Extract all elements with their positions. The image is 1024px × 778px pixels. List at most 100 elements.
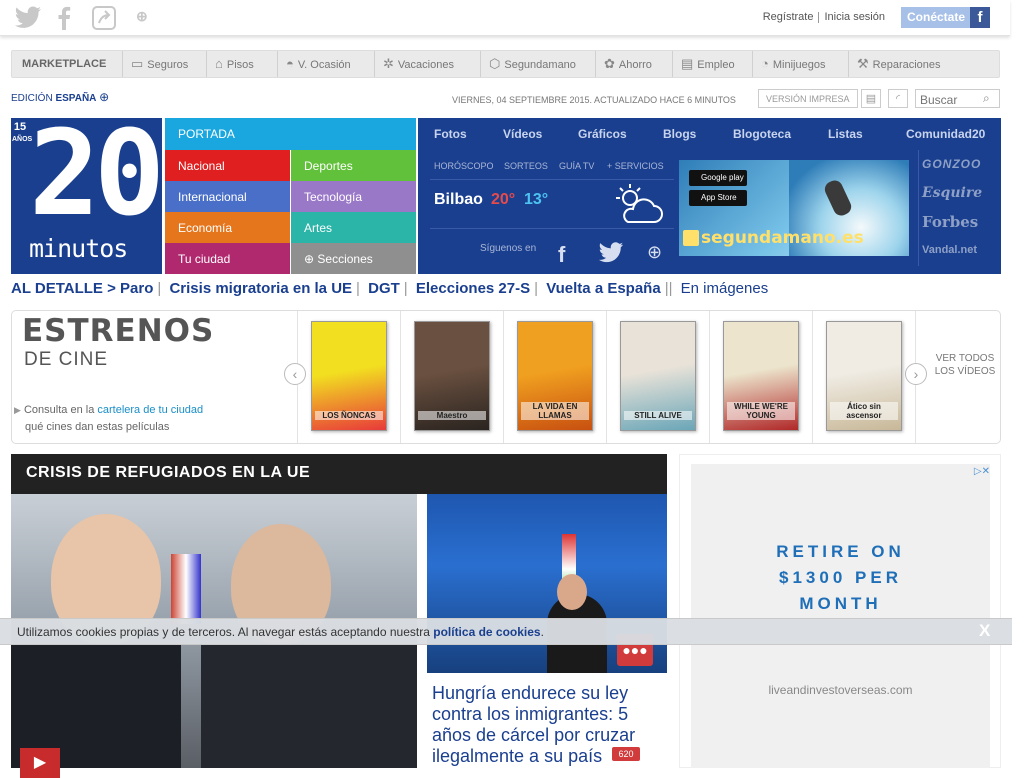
movie-title: LA VIDA EN LLAMAS: [521, 402, 589, 420]
nav-fotos[interactable]: Fotos: [434, 127, 467, 141]
rss-icon[interactable]: ◜: [888, 89, 908, 108]
document-icon[interactable]: ▤: [861, 89, 881, 108]
cartelera-link[interactable]: cartelera de tu ciudad: [97, 404, 203, 416]
right-ad-url[interactable]: liveandinvestoverseas.com: [691, 683, 990, 697]
nav-graficos[interactable]: Gráficos: [578, 127, 627, 141]
section-portada[interactable]: PORTADA: [165, 118, 416, 150]
nav-comunidad20[interactable]: Comunidad20: [906, 127, 985, 141]
adchoices-icon[interactable]: ▷✕: [958, 466, 990, 480]
topic-link[interactable]: Elecciones 27-S: [416, 280, 530, 297]
brand-vandal[interactable]: Vandal.net: [922, 244, 977, 256]
box-icon: [683, 230, 699, 246]
segundamano-ad[interactable]: Google play App Store segundamano.es: [679, 160, 909, 256]
movie-title: Maestro: [418, 411, 486, 420]
section-secciones[interactable]: ⊕ Secciones: [291, 243, 416, 274]
facebook-icon[interactable]: [56, 6, 72, 36]
connect-button[interactable]: Conéctate f: [901, 7, 990, 28]
marketplace-item-seguros[interactable]: ▭ Seguros: [122, 51, 188, 77]
facebook-icon[interactable]: f: [558, 242, 565, 268]
brand-esquire[interactable]: Esquire: [922, 185, 982, 201]
section-deportes[interactable]: Deportes: [291, 150, 416, 181]
crisis-heading[interactable]: CRISIS DE REFUGIADOS EN LA UE: [11, 454, 667, 494]
section-tecnologia[interactable]: Tecnología: [291, 181, 416, 212]
separator: |: [356, 280, 360, 297]
marketplace-label: Pisos: [226, 59, 254, 71]
topic-link[interactable]: Vuelta a España: [546, 280, 661, 297]
section-nacional[interactable]: Nacional: [165, 150, 290, 181]
share-icon[interactable]: [92, 6, 116, 36]
section-tu-ciudad[interactable]: Tu ciudad: [165, 243, 290, 274]
side-news-photo[interactable]: ●●●: [427, 494, 667, 673]
section-artes[interactable]: Artes: [291, 212, 416, 243]
search-icon[interactable]: ⌕: [983, 91, 990, 106]
topic-link[interactable]: Crisis migratoria en la UE: [169, 280, 352, 297]
sign-in-link[interactable]: Inicia sesión: [819, 11, 890, 23]
note-prefix: Consulta en la: [23, 404, 95, 416]
separator: |: [157, 280, 162, 297]
marketplace-label: V. Ocasión: [297, 59, 351, 71]
weather-city[interactable]: Bilbao: [434, 191, 483, 209]
movie-poster[interactable]: LOS ÑONCAS: [311, 321, 387, 431]
nav-videos[interactable]: Vídeos: [503, 127, 542, 141]
prev-arrow-icon[interactable]: ‹: [284, 363, 306, 385]
marketplace-item-pisos[interactable]: ⌂ Pisos: [206, 51, 254, 77]
site-logo[interactable]: 15 AÑOS 20 minutos: [11, 118, 162, 274]
nav-horoscopo[interactable]: HORÓSCOPO: [434, 161, 494, 171]
nav-sorteos[interactable]: SORTEOS: [504, 161, 548, 171]
section-internacional[interactable]: Internacional: [165, 181, 290, 212]
cookie-policy-link[interactable]: política de cookies: [433, 625, 540, 639]
movie-poster[interactable]: Ático sin ascensor: [826, 321, 902, 431]
marketplace-label: Empleo: [697, 59, 735, 71]
play-icon[interactable]: ▶: [20, 748, 60, 778]
brand-gonzoo[interactable]: GONZOO: [922, 157, 981, 171]
marketplace-label: Ahorro: [618, 59, 652, 71]
cookie-text: Utilizamos cookies propias y de terceros…: [17, 625, 430, 639]
nav-guia-tv[interactable]: GUÍA TV: [559, 161, 594, 171]
cookie-banner: Utilizamos cookies propias y de terceros…: [0, 618, 1012, 645]
edition-region: ESPAÑA: [55, 93, 97, 104]
topic-link-images[interactable]: En imágenes: [681, 280, 769, 297]
marketplace-label: Segundamano: [504, 59, 576, 71]
print-edition-button[interactable]: VERSIÓN IMPRESA: [758, 89, 858, 108]
nav-servicios[interactable]: + SERVICIOS: [607, 161, 664, 171]
movie-poster[interactable]: LA VIDA EN LLAMAS: [517, 321, 593, 431]
edition-selector[interactable]: EDICIÓN ESPAÑA ⊕: [11, 90, 109, 104]
movie-poster[interactable]: STILL ALIVE: [620, 321, 696, 431]
plus-circle-icon[interactable]: ⊕: [647, 242, 662, 263]
marketplace-item-minijuegos[interactable]: ◔ Minijuegos: [752, 51, 825, 77]
logo-word: minutos: [29, 234, 128, 263]
movie-title: STILL ALIVE: [624, 411, 692, 420]
register-link[interactable]: Regístrate: [758, 11, 819, 23]
movie-poster[interactable]: Maestro: [414, 321, 490, 431]
marketplace-item-reparaciones[interactable]: ⚒ Reparaciones: [848, 51, 941, 77]
connect-label: Conéctate: [907, 10, 966, 24]
marketplace-item-ocasion[interactable]: ◓ V. Ocasión: [277, 51, 351, 77]
comment-count-badge[interactable]: 620: [612, 747, 640, 761]
brand-forbes[interactable]: Forbes: [922, 213, 978, 231]
box-icon: ⬡: [489, 56, 501, 71]
section-economia[interactable]: Economía: [165, 212, 290, 243]
cookie-close-button[interactable]: X: [979, 621, 990, 641]
nav-listas[interactable]: Listas: [828, 127, 863, 141]
marketplace-item-vacaciones[interactable]: ✲ Vacaciones: [374, 51, 454, 77]
right-ad-text[interactable]: RETIRE ON $1300 PER MONTH: [691, 539, 990, 617]
section-label: Secciones: [317, 252, 373, 266]
topic-link[interactable]: DGT: [368, 280, 400, 297]
topic-link[interactable]: AL DETALLE > Paro: [11, 280, 153, 297]
marketplace-item-segundamano[interactable]: ⬡ Segundamano: [480, 51, 576, 77]
next-arrow-icon[interactable]: ›: [905, 363, 927, 385]
marketplace-item-ahorro[interactable]: ✿ Ahorro: [595, 51, 652, 77]
nav-blogs[interactable]: Blogs: [663, 127, 696, 141]
cinema-note: ▶ Consulta en la cartelera de tu ciudad …: [14, 402, 203, 436]
see-all-videos-link[interactable]: VER TODOS LOS VÍDEOS: [930, 352, 1000, 378]
plus-icon[interactable]: ⊕: [136, 8, 148, 25]
divider: [430, 179, 674, 180]
weather-low: 13°: [524, 191, 549, 208]
movie-poster[interactable]: WHILE WE'RE YOUNG: [723, 321, 799, 431]
nav-blogoteca[interactable]: Blogoteca: [733, 127, 791, 141]
twitter-icon[interactable]: [598, 241, 624, 268]
twitter-icon[interactable]: [14, 6, 42, 34]
marketplace-item-empleo[interactable]: ▤ Empleo: [672, 51, 735, 77]
top-bar: ⊕ Regístrate Inicia sesión Conéctate f: [0, 0, 1010, 36]
follow-label: Síguenos en: [480, 243, 537, 254]
